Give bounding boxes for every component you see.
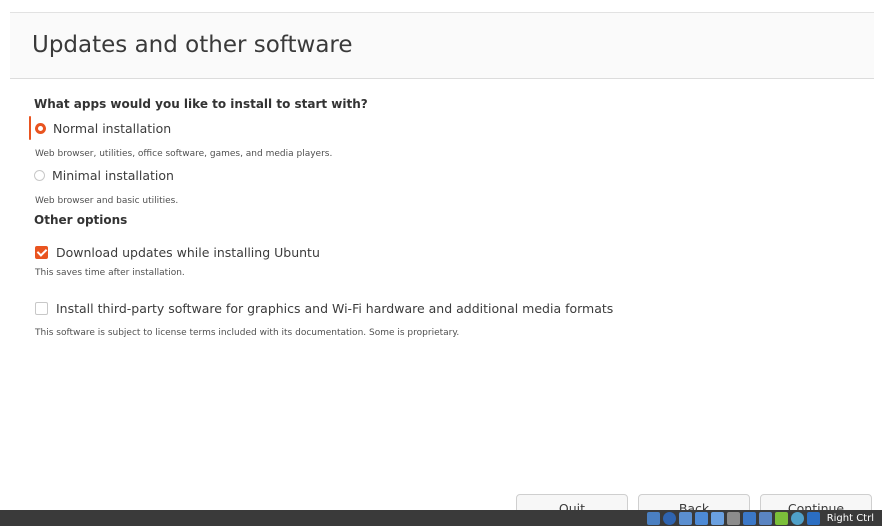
audio-icon[interactable]: [678, 511, 692, 525]
download-updates-label: Download updates while installing Ubuntu: [56, 244, 320, 260]
title-area: Updates and other software: [10, 13, 874, 79]
minimal-installation-option[interactable]: Minimal installation: [29, 164, 174, 186]
vm-status-bar: Right Ctrl: [0, 510, 882, 526]
vm-status-tray: Right Ctrl: [646, 510, 874, 526]
download-updates-description: This saves time after installation.: [35, 268, 185, 278]
apps-section-heading: What apps would you like to install to s…: [34, 97, 368, 111]
normal-installation-option[interactable]: Normal installation: [29, 116, 171, 140]
network-icon[interactable]: [694, 511, 708, 525]
normal-installation-description: Web browser, utilities, office software,…: [35, 149, 333, 159]
minimal-installation-description: Web browser and basic utilities.: [35, 196, 179, 206]
host-key-label: Right Ctrl: [826, 512, 874, 524]
recording-icon[interactable]: [758, 511, 772, 525]
third-party-software-option[interactable]: Install third-party software for graphic…: [29, 297, 613, 319]
third-party-software-description: This software is subject to license term…: [35, 328, 460, 338]
minimal-installation-label: Minimal installation: [52, 167, 174, 183]
usb-icon[interactable]: [710, 511, 724, 525]
download-updates-checkbox[interactable]: [35, 245, 48, 259]
display-icon[interactable]: [742, 511, 756, 525]
normal-installation-radio[interactable]: [35, 122, 46, 134]
normal-installation-label: Normal installation: [53, 120, 172, 136]
keyboard-capture-icon[interactable]: [806, 511, 820, 525]
minimal-installation-radio[interactable]: [34, 169, 45, 181]
download-updates-option[interactable]: Download updates while installing Ubuntu: [29, 241, 320, 263]
third-party-software-label: Install third-party software for graphic…: [56, 300, 614, 316]
cpu-icon[interactable]: [790, 511, 804, 525]
shared-folder-icon[interactable]: [726, 511, 740, 525]
other-options-heading: Other options: [34, 213, 128, 227]
third-party-software-checkbox[interactable]: [35, 301, 48, 315]
hard-disk-icon[interactable]: [646, 511, 660, 525]
mouse-integration-icon[interactable]: [774, 511, 788, 525]
optical-drive-icon[interactable]: [662, 511, 676, 525]
page-title: Updates and other software: [32, 32, 353, 58]
